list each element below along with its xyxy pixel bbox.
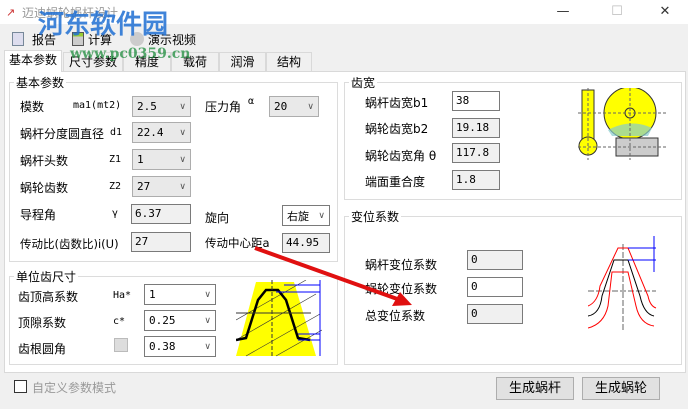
contact-ratio-label: 端面重合度 bbox=[365, 175, 426, 189]
d1-select[interactable]: 22.4 ∨ bbox=[132, 122, 191, 143]
z2-label: 蜗轮齿数 bbox=[20, 181, 69, 195]
custom-mode-label: 自定义参数模式 bbox=[32, 381, 117, 395]
ratio-field[interactable]: 27 bbox=[131, 232, 191, 252]
ratio-label: 传动比(齿数比)i(U) bbox=[20, 237, 119, 251]
face-width-title: 齿宽 bbox=[349, 74, 378, 91]
addendum-value: 1 bbox=[149, 288, 156, 301]
hand-value: 右旋 bbox=[287, 209, 309, 223]
z2-select[interactable]: 27 ∨ bbox=[132, 176, 191, 197]
pressure-angle-label: 压力角 bbox=[205, 100, 242, 114]
chevron-down-icon: ∨ bbox=[179, 127, 186, 138]
watermark-logo: 河东软件园 bbox=[38, 10, 169, 40]
d1-symbol: d1 bbox=[110, 127, 123, 138]
d1-value: 22.4 bbox=[137, 126, 164, 139]
root-fillet-value: 0.38 bbox=[149, 340, 176, 353]
pressure-angle-select[interactable]: 20 ∨ bbox=[269, 96, 319, 117]
tooth-profile-diagram bbox=[236, 280, 322, 358]
addendum-label: 齿顶高系数 bbox=[18, 290, 79, 304]
total-shift-label: 总变位系数 bbox=[365, 309, 426, 323]
lead-angle-field[interactable]: 6.37 bbox=[131, 204, 191, 224]
total-shift-field[interactable]: 0 bbox=[467, 304, 523, 324]
chevron-down-icon: ∨ bbox=[204, 289, 211, 300]
chevron-down-icon: ∨ bbox=[204, 315, 211, 326]
custom-mode-checkbox[interactable] bbox=[14, 380, 27, 393]
theta-field[interactable]: 117.8 bbox=[452, 143, 500, 163]
b1-label: 蜗杆齿宽b1 bbox=[365, 96, 429, 110]
module-value: 2.5 bbox=[137, 100, 157, 113]
z2-value: 27 bbox=[137, 180, 151, 193]
clearance-value: 0.25 bbox=[149, 314, 176, 327]
root-fillet-label: 齿根圆角 bbox=[18, 342, 67, 356]
minimize-button[interactable]: — bbox=[540, 0, 586, 24]
x1-label: 蜗杆变位系数 bbox=[365, 258, 438, 272]
addendum-select[interactable]: 1 ∨ bbox=[144, 284, 216, 305]
d1-label: 蜗杆分度圆直径 bbox=[20, 127, 105, 141]
root-fillet-select[interactable]: 0.38 ∨ bbox=[144, 336, 216, 357]
watermark-url: www.pc0359.cn bbox=[70, 46, 191, 62]
module-label: 模数 bbox=[20, 100, 45, 114]
clearance-label: 顶隙系数 bbox=[18, 316, 67, 330]
unit-tooth-title: 单位齿尺寸 bbox=[14, 268, 79, 285]
chevron-down-icon: ∨ bbox=[179, 101, 186, 112]
profile-shift-diagram bbox=[588, 236, 657, 332]
module-symbol: ma1(mt2) bbox=[73, 100, 122, 111]
lead-angle-symbol: γ bbox=[112, 208, 119, 219]
b2-field[interactable]: 19.18 bbox=[452, 118, 500, 138]
z2-symbol: Z2 bbox=[109, 181, 122, 192]
pressure-angle-value: 20 bbox=[274, 100, 288, 113]
x2-field[interactable]: 0 bbox=[467, 277, 523, 297]
tab-basic[interactable]: 基本参数 bbox=[4, 50, 62, 72]
basic-params-title: 基本参数 bbox=[14, 74, 67, 91]
chevron-down-icon: ∨ bbox=[179, 154, 186, 165]
hand-select[interactable]: 右旋 ∨ bbox=[282, 205, 330, 226]
chevron-down-icon: ∨ bbox=[307, 101, 314, 112]
chevron-down-icon: ∨ bbox=[318, 210, 325, 221]
tab-structure[interactable]: 结构 bbox=[266, 52, 312, 71]
report-icon bbox=[12, 32, 24, 46]
generate-wheel-button[interactable]: 生成蜗轮 bbox=[582, 377, 660, 400]
worm-gear-diagram bbox=[578, 88, 668, 160]
center-distance-field[interactable]: 44.95 bbox=[282, 233, 330, 253]
maximize-button[interactable]: ☐ bbox=[594, 0, 640, 24]
x2-label: 蜗轮变位系数 bbox=[365, 282, 438, 296]
x1-field[interactable]: 0 bbox=[467, 250, 523, 270]
b1-field[interactable]: 38 bbox=[452, 91, 500, 111]
chevron-down-icon: ∨ bbox=[204, 341, 211, 352]
profile-shift-title: 变位系数 bbox=[349, 208, 402, 225]
root-fillet-checkbox[interactable] bbox=[114, 338, 128, 352]
clearance-select[interactable]: 0.25 ∨ bbox=[144, 310, 216, 331]
z1-symbol: Z1 bbox=[109, 154, 122, 165]
z1-label: 蜗杆头数 bbox=[20, 154, 69, 168]
app-icon: ↗ bbox=[6, 6, 16, 19]
center-distance-label: 传动中心距a bbox=[205, 236, 270, 250]
chevron-down-icon: ∨ bbox=[179, 181, 186, 192]
close-button[interactable]: ✕ bbox=[642, 0, 688, 24]
b2-label: 蜗轮齿宽b2 bbox=[365, 122, 429, 136]
module-select[interactable]: 2.5 ∨ bbox=[132, 96, 191, 117]
z1-select[interactable]: 1 ∨ bbox=[132, 149, 191, 170]
hand-label: 旋向 bbox=[205, 211, 230, 225]
z1-value: 1 bbox=[137, 153, 144, 166]
clearance-symbol: c* bbox=[113, 316, 126, 327]
tab-lubrication[interactable]: 润滑 bbox=[219, 52, 266, 71]
contact-ratio-field[interactable]: 1.8 bbox=[452, 170, 500, 190]
lead-angle-label: 导程角 bbox=[20, 208, 57, 222]
pressure-angle-symbol: α bbox=[248, 96, 255, 107]
addendum-symbol: Ha* bbox=[113, 290, 132, 301]
generate-worm-button[interactable]: 生成蜗杆 bbox=[496, 377, 574, 400]
theta-label: 蜗轮齿宽角 θ bbox=[365, 149, 437, 163]
